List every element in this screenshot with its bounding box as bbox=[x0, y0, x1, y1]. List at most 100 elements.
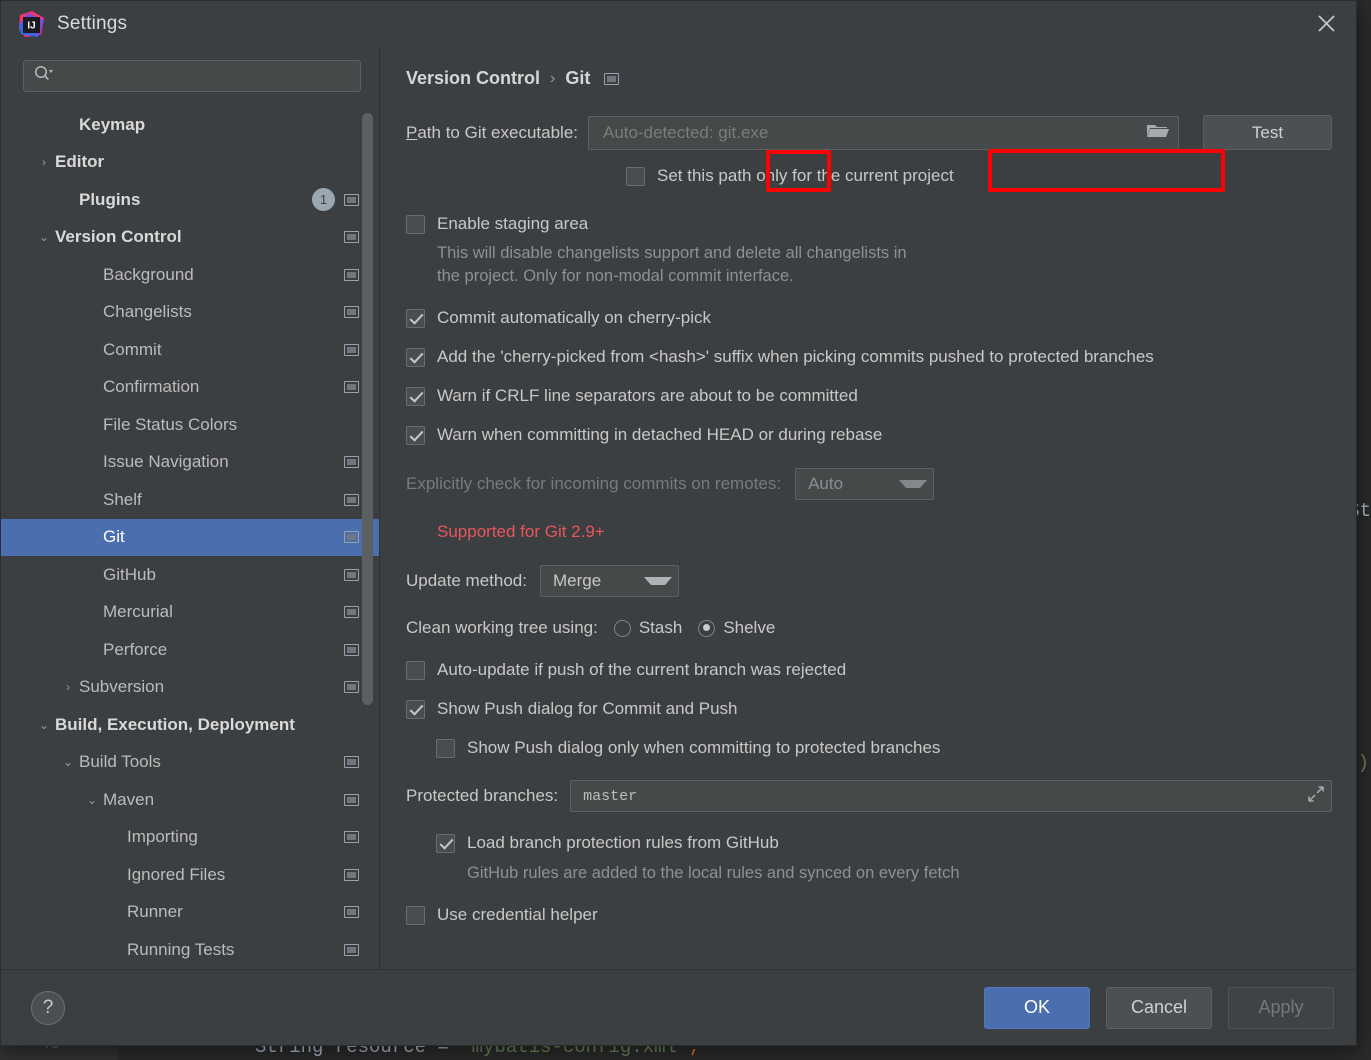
set-path-project-checkbox[interactable] bbox=[626, 166, 645, 186]
sidebar-item-shelf[interactable]: Shelf bbox=[1, 481, 379, 519]
protected-branches-field[interactable]: master bbox=[570, 780, 1332, 813]
sidebar-item-mercurial[interactable]: Mercurial bbox=[1, 594, 379, 632]
sidebar-item-version-control[interactable]: ⌄ Version Control bbox=[1, 219, 379, 257]
add-cherry-picked-suffix-checkbox[interactable] bbox=[406, 347, 425, 367]
supported-git-note: Supported for Git 2.9+ bbox=[437, 522, 605, 542]
chevron-down-icon[interactable]: ⌄ bbox=[57, 756, 79, 768]
sidebar-item-importing[interactable]: Importing bbox=[1, 819, 379, 857]
incoming-commits-label: Explicitly check for incoming commits on… bbox=[406, 474, 782, 494]
sidebar-item-commit[interactable]: Commit bbox=[1, 331, 379, 369]
project-scope-icon bbox=[344, 531, 359, 544]
path-label-rest: ath to Git executable: bbox=[417, 122, 578, 142]
set-path-project-row: Set this path only for the current proje… bbox=[406, 166, 1332, 186]
sidebar-item-label: Git bbox=[103, 527, 125, 547]
warn-detached-head-label: Warn when committing in detached HEAD or… bbox=[437, 425, 883, 445]
sidebar-item-confirmation[interactable]: Confirmation bbox=[1, 369, 379, 407]
dialog-footer: ? OK Cancel Apply bbox=[1, 969, 1356, 1045]
sidebar-item-subversion[interactable]: › Subversion bbox=[1, 669, 379, 707]
close-icon[interactable] bbox=[1296, 1, 1356, 46]
auto-update-push-rejected-checkbox[interactable] bbox=[406, 660, 425, 680]
clean-working-tree-shelve-radio[interactable] bbox=[698, 619, 716, 637]
sidebar-item-label: Importing bbox=[127, 827, 198, 847]
sidebar-item-label: Keymap bbox=[79, 114, 146, 134]
clean-working-tree-stash-radio[interactable] bbox=[613, 619, 631, 637]
sidebar-item-editor[interactable]: › Editor bbox=[1, 144, 379, 182]
chevron-down-icon bbox=[899, 480, 928, 489]
warn-detached-head-checkbox[interactable] bbox=[406, 425, 425, 445]
sidebar-item-issue-navigation[interactable]: Issue Navigation bbox=[1, 444, 379, 482]
chevron-right-icon[interactable]: › bbox=[57, 681, 79, 693]
sidebar-scrollbar[interactable] bbox=[362, 113, 373, 705]
show-push-dialog-row: Show Push dialog for Commit and Push bbox=[406, 699, 1332, 719]
sidebar-item-label: Commit bbox=[103, 339, 162, 359]
chevron-down-icon[interactable]: ⌄ bbox=[33, 231, 55, 243]
load-branch-rules-checkbox[interactable] bbox=[436, 833, 455, 853]
sidebar-item-label: Background bbox=[103, 264, 194, 284]
sidebar-search-wrap bbox=[1, 46, 379, 102]
sidebar-item-label: Perforce bbox=[103, 639, 168, 659]
git-executable-path-row: Path to Git executable: Auto-detected: g… bbox=[406, 115, 1332, 150]
show-push-dialog-protected-checkbox[interactable] bbox=[436, 738, 455, 758]
sidebar-item-perforce[interactable]: Perforce bbox=[1, 631, 379, 669]
sidebar-item-ignored-files[interactable]: Ignored Files bbox=[1, 856, 379, 894]
apply-button[interactable]: Apply bbox=[1228, 986, 1334, 1029]
sidebar-item-file-status-colors[interactable]: File Status Colors bbox=[1, 406, 379, 444]
breadcrumb-root[interactable]: Version Control bbox=[406, 68, 540, 89]
incoming-commits-combo[interactable]: Auto bbox=[795, 468, 935, 501]
show-push-dialog-protected-row: Show Push dialog only when committing to… bbox=[406, 738, 1332, 758]
sidebar-item-plugins[interactable]: Plugins 1 bbox=[1, 181, 379, 219]
settings-main-panel: Version Control › Git Path to Git execut… bbox=[380, 46, 1356, 969]
expand-icon[interactable] bbox=[1307, 785, 1325, 808]
chevron-down-icon[interactable]: ⌄ bbox=[81, 794, 103, 806]
sidebar-item-maven[interactable]: ⌄ Maven bbox=[1, 781, 379, 819]
settings-sidebar: Keymap › Editor Plugins 1 ⌄ Version Control Bac… bbox=[1, 46, 380, 969]
use-credential-helper-checkbox[interactable] bbox=[406, 905, 425, 925]
show-push-dialog-checkbox[interactable] bbox=[406, 699, 425, 719]
search-icon bbox=[34, 65, 53, 87]
help-button[interactable]: ? bbox=[31, 990, 65, 1025]
commit-auto-cherry-pick-checkbox[interactable] bbox=[406, 308, 425, 328]
breadcrumb-leaf: Git bbox=[565, 68, 591, 88]
breadcrumb: Version Control › Git bbox=[406, 46, 1332, 97]
project-scope-icon bbox=[344, 343, 359, 356]
ok-button[interactable]: OK bbox=[984, 986, 1090, 1029]
sidebar-item-runner[interactable]: Runner bbox=[1, 894, 379, 932]
sidebar-item-build-execution-deployment[interactable]: ⌄ Build, Execution, Deployment bbox=[1, 706, 379, 744]
project-scope-icon bbox=[344, 793, 359, 806]
sidebar-item-label: GitHub bbox=[103, 564, 156, 584]
path-label-mnemonic: P bbox=[406, 122, 418, 142]
test-button[interactable]: Test bbox=[1203, 115, 1332, 150]
sidebar-item-build-tools[interactable]: ⌄ Build Tools bbox=[1, 744, 379, 782]
protected-branches-label: Protected branches: bbox=[406, 786, 559, 806]
update-method-combo[interactable]: Merge bbox=[539, 565, 679, 598]
sidebar-item-background[interactable]: Background bbox=[1, 256, 379, 294]
sidebar-item-git[interactable]: Git bbox=[1, 518, 379, 556]
sidebar-item-keymap[interactable]: Keymap bbox=[1, 106, 379, 144]
clean-working-tree-shelve-label: Shelve bbox=[723, 618, 776, 638]
enable-staging-checkbox[interactable] bbox=[406, 214, 425, 234]
sidebar-item-running-tests[interactable]: Running Tests bbox=[1, 931, 379, 969]
sidebar-item-github[interactable]: GitHub bbox=[1, 556, 379, 594]
search-input[interactable] bbox=[57, 68, 360, 84]
settings-tree[interactable]: Keymap › Editor Plugins 1 ⌄ Version Control Bac… bbox=[1, 102, 379, 969]
folder-icon[interactable] bbox=[1146, 120, 1170, 145]
warn-crlf-checkbox[interactable] bbox=[406, 386, 425, 406]
git-executable-path-field[interactable]: Auto-detected: git.exe bbox=[588, 115, 1179, 150]
search-field[interactable] bbox=[23, 60, 361, 92]
dialog-title-bar: IJ Settings bbox=[1, 1, 1356, 46]
editor-right-fragment-2: ) bbox=[1357, 752, 1369, 774]
chevron-down-icon[interactable]: ⌄ bbox=[33, 719, 55, 731]
sidebar-item-changelists[interactable]: Changelists bbox=[1, 294, 379, 332]
chevron-right-icon[interactable]: › bbox=[33, 156, 55, 168]
sidebar-item-badge: 1 bbox=[312, 188, 335, 212]
protected-branches-row: Protected branches: master bbox=[406, 780, 1332, 813]
sidebar-item-label: File Status Colors bbox=[103, 414, 238, 434]
incoming-commits-row: Explicitly check for incoming commits on… bbox=[406, 468, 1332, 501]
sidebar-item-label: Maven bbox=[103, 789, 155, 809]
project-scope-icon bbox=[344, 831, 359, 844]
sidebar-item-label: Build, Execution, Deployment bbox=[55, 714, 295, 734]
cancel-button[interactable]: Cancel bbox=[1106, 986, 1212, 1029]
add-cherry-picked-suffix-label: Add the 'cherry-picked from <hash>' suff… bbox=[437, 347, 1154, 367]
clean-working-tree-row: Clean working tree using: Stash Shelve bbox=[406, 618, 1332, 638]
settings-link-icon[interactable] bbox=[604, 72, 620, 85]
